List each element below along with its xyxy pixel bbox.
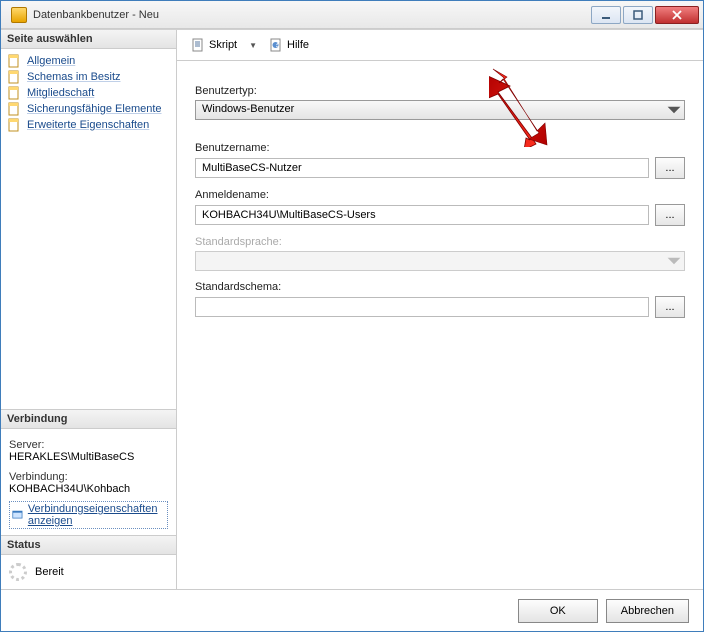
usertype-combo[interactable]: Windows-Benutzer [195,100,685,120]
nav-item-schemas[interactable]: Schemas im Besitz [3,69,174,85]
nav-item-membership[interactable]: Mitgliedschaft [3,85,174,101]
script-button[interactable]: Skript [187,36,241,54]
toolbar: Skript ▼ ? Hilfe [177,30,703,61]
ellipsis-label: ... [665,162,674,174]
cancel-button[interactable]: Abbrechen [606,599,689,623]
page-icon [7,118,21,132]
app-icon [11,7,27,23]
help-button[interactable]: ? Hilfe [265,36,313,54]
script-label: Skript [209,39,237,51]
page-icon [7,86,21,100]
select-page-header: Seite auswählen [1,30,176,49]
minimize-button[interactable] [591,6,621,24]
connection-value: KOHBACH34U\Kohbach [9,483,168,495]
ok-button[interactable]: OK [518,599,598,623]
server-value: HERAKLES\MultiBaseCS [9,451,168,463]
schema-label: Standardschema: [195,281,685,293]
usertype-label: Benutzertyp: [195,85,685,97]
nav-label: Mitgliedschaft [27,87,94,99]
loginname-browse-button[interactable]: ... [655,204,685,226]
chevron-down-icon [666,103,682,117]
username-browse-button[interactable]: ... [655,157,685,179]
connection-header: Verbindung [1,410,176,429]
language-label: Standardsprache: [195,236,685,248]
sidebar: Seite auswählen Allgemein Schemas im Bes… [1,30,177,589]
close-button[interactable] [655,6,699,24]
nav-item-securables[interactable]: Sicherungsfähige Elemente [3,101,174,117]
usertype-value: Windows-Benutzer [202,103,294,115]
nav-label: Sicherungsfähige Elemente [27,103,162,115]
status-text: Bereit [35,566,64,578]
maximize-button[interactable] [623,6,653,24]
script-icon [191,38,205,52]
connection-label: Verbindung: [9,471,168,483]
language-combo [195,251,685,271]
footer: OK Abbrechen [1,589,703,631]
help-label: Hilfe [287,39,309,51]
titlebar: Datenbankbenutzer - Neu [1,1,703,29]
properties-icon [12,508,23,522]
connection-props-link[interactable]: Verbindungseigenschaften anzeigen [9,501,168,529]
ellipsis-label: ... [665,209,674,221]
window-title: Datenbankbenutzer - Neu [33,9,591,21]
username-input[interactable] [195,158,649,178]
help-icon: ? [269,38,283,52]
server-label: Server: [9,439,168,451]
status-spinner-icon [9,563,27,581]
ellipsis-label: ... [665,301,674,313]
nav-list: Allgemein Schemas im Besitz Mitgliedscha… [1,49,176,137]
connection-section: Verbindung Server: HERAKLES\MultiBaseCS … [1,409,176,535]
svg-text:?: ? [274,38,280,50]
loginname-label: Anmeldename: [195,189,685,201]
loginname-input[interactable] [195,205,649,225]
nav-item-extended[interactable]: Erweiterte Eigenschaften [3,117,174,133]
page-icon [7,102,21,116]
nav-label: Allgemein [27,55,75,67]
username-label: Benutzername: [195,142,685,154]
nav-item-general[interactable]: Allgemein [3,53,174,69]
page-icon [7,54,21,68]
script-dropdown[interactable]: ▼ [245,41,261,50]
form-area: Benutzertyp: Windows-Benutzer Benutzerna… [177,61,703,332]
schema-input[interactable] [195,297,649,317]
main-pane: Skript ▼ ? Hilfe Benutzertyp: Windows-Be… [177,30,703,589]
status-header: Status [1,536,176,555]
nav-label: Erweiterte Eigenschaften [27,119,149,131]
status-section: Status Bereit [1,535,176,589]
nav-label: Schemas im Besitz [27,71,121,83]
page-icon [7,70,21,84]
schema-browse-button[interactable]: ... [655,296,685,318]
chevron-down-icon [666,254,682,268]
connection-props-text: Verbindungseigenschaften anzeigen [28,503,165,527]
